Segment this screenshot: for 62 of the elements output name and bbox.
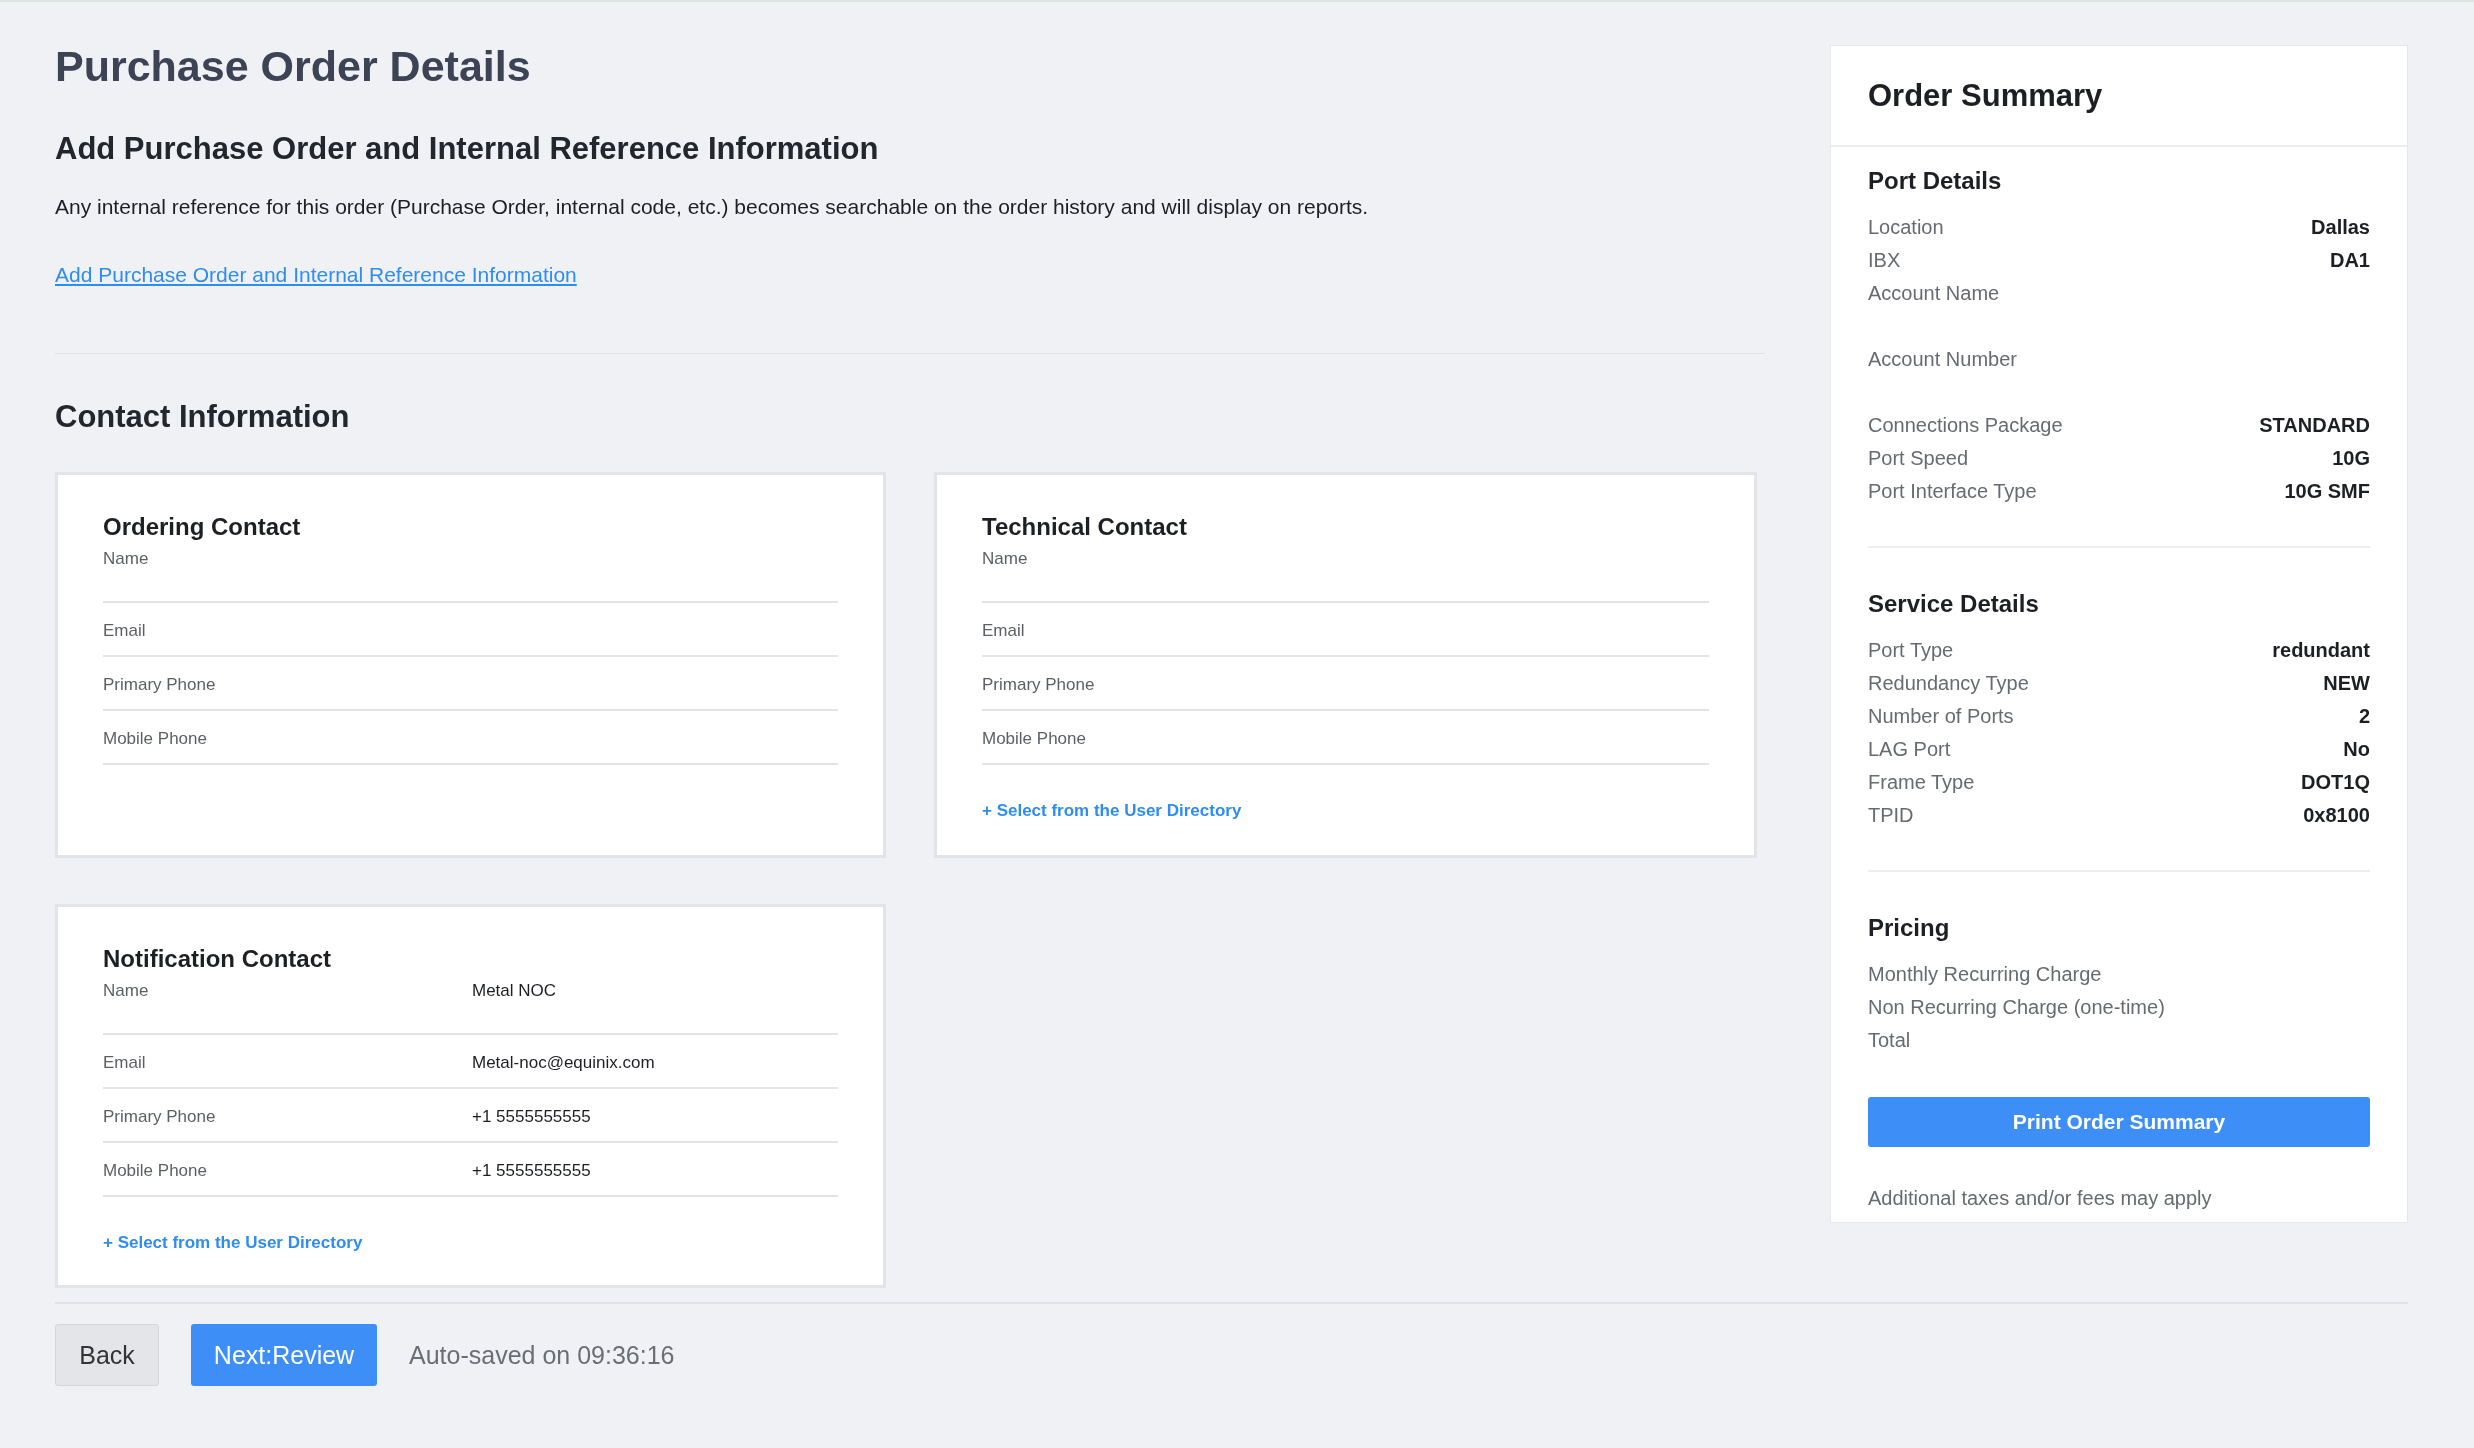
summary-label: Account Name xyxy=(1868,282,2000,305)
field-label: Email xyxy=(103,1053,147,1073)
field-value: Metal-noc@equinix.com xyxy=(472,1053,655,1073)
summary-value: 10G SMF xyxy=(2284,480,2370,503)
summary-value: DA1 xyxy=(2330,249,2370,272)
field-label: Email xyxy=(103,621,147,641)
section-heading: Add Purchase Order and Internal Reference Information xyxy=(55,131,880,167)
summary-value: No xyxy=(2343,738,2370,761)
field-label: Primary Phone xyxy=(103,1107,217,1127)
fees-note: Additional taxes and/or fees may apply xyxy=(1868,1187,2213,1210)
summary-value: redundant xyxy=(2272,639,2370,662)
summary-value: NEW xyxy=(2323,672,2370,695)
card-title: Technical Contact xyxy=(982,513,1188,541)
card-title: Ordering Contact xyxy=(103,513,302,541)
field-label: Mobile Phone xyxy=(982,729,1087,749)
field-label: Email xyxy=(982,621,1026,641)
page-title: Purchase Order Details xyxy=(55,42,532,91)
field-value: Metal NOC xyxy=(472,981,557,1001)
panel-title: Order Summary xyxy=(1868,77,2103,114)
summary-label: Connections Package xyxy=(1868,414,2063,437)
summary-label: Port Type xyxy=(1868,639,1954,662)
summary-label: IBX xyxy=(1868,249,1901,272)
user-directory-link[interactable]: + Select from the User Directory xyxy=(103,1233,363,1253)
field-label: Primary Phone xyxy=(982,675,1096,695)
section-title: Port Details xyxy=(1868,167,2003,195)
summary-label: Monthly Recurring Charge xyxy=(1868,963,2102,986)
summary-value: 0x8100 xyxy=(2303,804,2370,827)
summary-label: TPID xyxy=(1868,804,1914,827)
summary-label: Total xyxy=(1868,1029,1911,1052)
section-heading: Contact Information xyxy=(55,399,351,435)
summary-label: Number of Ports xyxy=(1868,705,2014,728)
summary-label: Frame Type xyxy=(1868,771,1975,794)
field-value: +1 5555555555 xyxy=(472,1107,591,1127)
summary-value: STANDARD xyxy=(2259,414,2370,437)
summary-label: Location xyxy=(1868,216,1944,239)
autosave-status: Auto-saved on 09:36:16 xyxy=(409,1340,675,1370)
section-title: Service Details xyxy=(1868,590,2040,618)
user-directory-link[interactable]: + Select from the User Directory xyxy=(982,801,1242,821)
summary-label: Non Recurring Charge (one-time) xyxy=(1868,996,2165,1019)
field-label: Name xyxy=(103,981,150,1001)
field-label: Mobile Phone xyxy=(103,729,208,749)
field-label: Mobile Phone xyxy=(103,1161,208,1181)
section-title: Pricing xyxy=(1868,914,1951,942)
summary-value: 2 xyxy=(2358,705,2370,728)
back-button[interactable]: Back xyxy=(55,1324,159,1386)
description-text: Any internal reference for this order (Purchase Order, internal code, etc.) becomes searchable on the order history and will display on reports. xyxy=(55,195,1370,219)
summary-label: LAG Port xyxy=(1868,738,1951,761)
card-title: Notification Contact xyxy=(103,945,332,973)
print-summary-button[interactable]: Print Order Summary xyxy=(1868,1097,2370,1147)
add-reference-link[interactable]: Add Purchase Order and Internal Reference Information xyxy=(55,263,577,287)
summary-value: DOT1Q xyxy=(2301,771,2370,794)
summary-label: Port Interface Type xyxy=(1868,480,2037,503)
field-label: Primary Phone xyxy=(103,675,217,695)
summary-value: 10G xyxy=(2332,447,2370,470)
summary-label: Port Speed xyxy=(1868,447,1969,470)
summary-value: Dallas xyxy=(2311,216,2370,239)
field-label: Name xyxy=(103,549,150,569)
field-value: +1 5555555555 xyxy=(472,1161,591,1181)
field-label: Name xyxy=(982,549,1029,569)
next-review-button[interactable]: Next:Review xyxy=(191,1324,377,1386)
summary-label: Redundancy Type xyxy=(1868,672,2029,695)
summary-label: Account Number xyxy=(1868,348,2017,371)
